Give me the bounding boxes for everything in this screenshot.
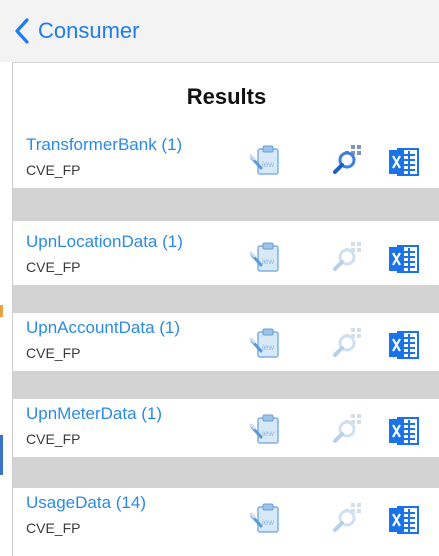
view-icon[interactable]: iew (249, 144, 283, 178)
result-row[interactable]: TransformerBank (1) CVE_FP iew (13, 130, 439, 188)
search-map-icon[interactable] (331, 411, 365, 445)
view-icon[interactable]: iew (249, 413, 283, 447)
result-source: CVE_FP (26, 345, 81, 361)
result-row[interactable]: UpnLocationData (1) CVE_FP iew (13, 227, 439, 285)
search-map-icon[interactable] (331, 142, 365, 176)
view-icon[interactable]: iew (249, 502, 283, 536)
result-row[interactable]: UpnMeterData (1) CVE_FP iew (13, 399, 439, 457)
search-map-icon[interactable] (331, 239, 365, 273)
view-icon[interactable]: iew (249, 327, 283, 361)
result-name[interactable]: UpnMeterData (1) (26, 404, 162, 424)
search-map-icon[interactable] (331, 325, 365, 359)
result-name[interactable]: UpnAccountData (1) (26, 318, 180, 338)
back-label: Consumer (38, 18, 140, 43)
view-icon[interactable]: iew (249, 241, 283, 275)
excel-icon[interactable] (387, 504, 421, 538)
chevron-left-icon (15, 18, 29, 44)
result-row[interactable]: UsageData (14) CVE_FP iew (13, 488, 439, 546)
result-source: CVE_FP (26, 431, 81, 447)
edge-mark (0, 435, 3, 475)
row-separator (13, 188, 439, 221)
result-source: CVE_FP (26, 259, 81, 275)
background-edge (0, 62, 12, 556)
svg-text:iew: iew (262, 160, 274, 169)
result-source: CVE_FP (26, 520, 81, 536)
navigation-bar: Consumer (0, 0, 439, 63)
svg-text:iew: iew (262, 257, 274, 266)
result-name[interactable]: UpnLocationData (1) (26, 232, 183, 252)
result-name[interactable]: TransformerBank (1) (26, 135, 182, 155)
svg-text:iew: iew (262, 343, 274, 352)
row-separator (13, 457, 439, 490)
result-name[interactable]: UsageData (14) (26, 493, 146, 513)
screen: Consumer Results TransformerBank (1) CVE_… (0, 0, 439, 556)
excel-icon[interactable] (387, 146, 421, 180)
search-map-icon[interactable] (331, 500, 365, 534)
panel-header: Results (13, 63, 439, 131)
result-row[interactable]: UpnAccountData (1) CVE_FP iew (13, 313, 439, 371)
svg-text:iew: iew (262, 518, 274, 527)
back-button[interactable]: Consumer (14, 14, 139, 48)
excel-icon[interactable] (387, 415, 421, 449)
edge-mark (0, 305, 3, 317)
svg-text:iew: iew (262, 429, 274, 438)
panel-title: Results (186, 83, 267, 109)
excel-icon[interactable] (387, 329, 421, 363)
results-panel: Results TransformerBank (1) CVE_FP iew UpnL… (12, 63, 439, 556)
excel-icon[interactable] (387, 243, 421, 277)
result-source: CVE_FP (26, 162, 81, 178)
